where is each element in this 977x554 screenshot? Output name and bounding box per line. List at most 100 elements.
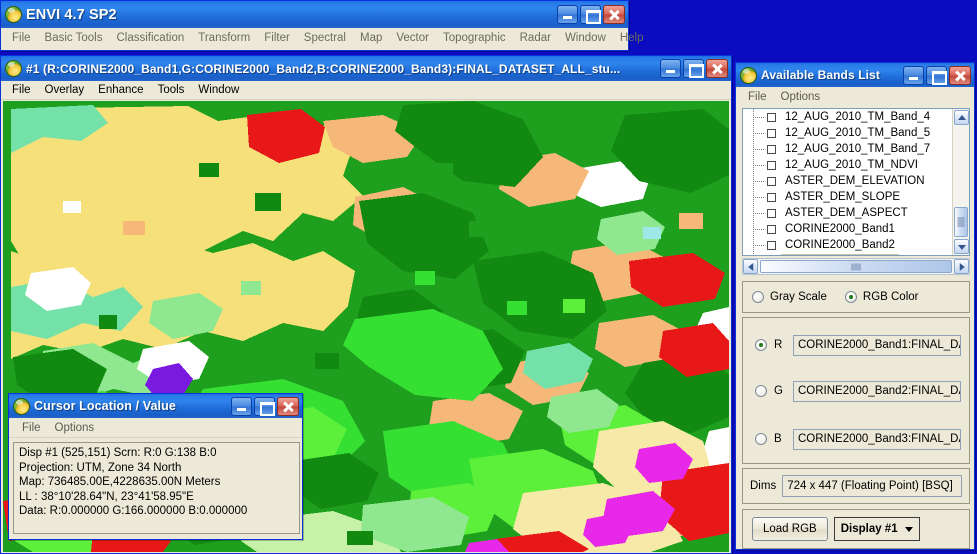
menu-radar[interactable]: Radar — [513, 31, 558, 45]
band-item[interactable]: 12_AUG_2010_TM_Band_7 — [743, 141, 951, 157]
envi-main-titlebar[interactable]: ENVI 4.7 SP2 — [1, 1, 628, 28]
close-button[interactable] — [949, 65, 971, 85]
minimize-button[interactable] — [660, 59, 681, 78]
band-item[interactable]: 12_AUG_2010_TM_NDVI — [743, 157, 951, 173]
minimize-button[interactable] — [557, 5, 578, 24]
menu-options[interactable]: Options — [48, 421, 102, 435]
display-select-label: Display #1 — [840, 523, 898, 535]
envi-globe-icon — [5, 60, 22, 77]
envi-globe-icon — [740, 66, 757, 84]
menu-file[interactable]: File — [5, 83, 38, 97]
menu-file[interactable]: File — [15, 421, 48, 435]
chevron-down-icon — [904, 526, 913, 532]
band-checkbox[interactable] — [767, 192, 776, 202]
close-button[interactable] — [277, 396, 299, 416]
green-channel-radio[interactable] — [755, 385, 767, 397]
band-item[interactable]: ASTER_DEM_ASPECT — [743, 205, 951, 221]
maximize-button[interactable] — [580, 5, 601, 24]
band-checkbox[interactable] — [767, 128, 776, 138]
dims-group: Dims 724 x 447 (Floating Point) [BSQ] — [742, 468, 970, 504]
maximize-button[interactable] — [683, 59, 704, 78]
band-checkbox[interactable] — [767, 160, 776, 170]
menu-file[interactable]: File — [741, 90, 774, 104]
close-button[interactable] — [603, 5, 625, 24]
scroll-down-button[interactable] — [954, 239, 969, 254]
menu-tools[interactable]: Tools — [151, 83, 192, 97]
gray-scale-label: Gray Scale — [770, 291, 827, 303]
scroll-left-button[interactable] — [743, 259, 758, 274]
band-checkbox[interactable] — [767, 240, 776, 250]
menu-topographic[interactable]: Topographic — [436, 31, 513, 45]
band-item[interactable]: CORINE2000_Band1 — [743, 221, 951, 237]
band-item[interactable]: 12_AUG_2010_TM_Band_4 — [743, 109, 951, 125]
band-checkbox[interactable] — [767, 208, 776, 218]
tree-guide-icon — [745, 237, 767, 253]
band-item[interactable]: ASTER_DEM_ELEVATION — [743, 173, 951, 189]
band-tree-horizontal-scrollbar[interactable] — [742, 258, 970, 275]
menu-map[interactable]: Map — [353, 31, 389, 45]
maximize-button[interactable] — [926, 65, 947, 85]
menu-overlay[interactable]: Overlay — [38, 83, 92, 97]
vertical-scroll-thumb[interactable] — [954, 207, 968, 237]
tree-guide-icon — [745, 109, 767, 125]
menu-spectral[interactable]: Spectral — [297, 31, 353, 45]
band-item[interactable]: ASTER_DEM_SLOPE — [743, 189, 951, 205]
minimize-button[interactable] — [231, 396, 252, 416]
menu-classification[interactable]: Classification — [110, 31, 192, 45]
dims-field[interactable]: 724 x 447 (Floating Point) [BSQ] — [782, 475, 962, 497]
rgb-color-radio[interactable] — [844, 291, 857, 303]
menu-transform[interactable]: Transform — [191, 31, 257, 45]
menu-filter[interactable]: Filter — [257, 31, 297, 45]
envi-main-title: ENVI 4.7 SP2 — [26, 6, 117, 23]
bands-window-title: Available Bands List — [761, 68, 880, 82]
menu-window[interactable]: Window — [191, 83, 246, 97]
menu-options[interactable]: Options — [774, 90, 828, 104]
green-channel-field[interactable]: CORINE2000_Band2:FINAL_DAT — [793, 380, 961, 402]
cursor-location-value-window: Cursor Location / Value File Options Dis… — [8, 393, 303, 540]
rgb-row-green: G CORINE2000_Band2:FINAL_DAT — [755, 380, 961, 402]
band-label: 12_AUG_2010_TM_Band_4 — [785, 111, 931, 123]
rgb-channel-group: R CORINE2000_Band1:FINAL_DAT G CORINE200… — [742, 317, 970, 464]
load-actions-group: Load RGB Display #1 — [742, 509, 970, 549]
gray-scale-radio[interactable] — [752, 291, 764, 303]
menu-basic-tools[interactable]: Basic Tools — [38, 31, 110, 45]
load-rgb-button[interactable]: Load RGB — [752, 517, 828, 541]
scroll-up-button[interactable] — [954, 110, 969, 125]
rgb-row-red: R CORINE2000_Band1:FINAL_DAT — [755, 334, 961, 356]
display-select-dropdown[interactable]: Display #1 — [833, 517, 920, 541]
close-button[interactable] — [706, 59, 728, 78]
horizontal-scroll-thumb[interactable] — [760, 260, 952, 273]
red-channel-radio[interactable] — [755, 339, 767, 351]
band-checkbox[interactable] — [767, 224, 776, 234]
cursor-window-titlebar[interactable]: Cursor Location / Value — [9, 394, 302, 418]
bands-window-menubar: File Options — [736, 87, 974, 107]
minimize-button[interactable] — [903, 65, 924, 85]
cursor-window-menubar: File Options — [9, 418, 302, 438]
bands-window-titlebar[interactable]: Available Bands List — [736, 63, 974, 87]
menu-window[interactable]: Window — [558, 31, 613, 45]
red-channel-field[interactable]: CORINE2000_Band1:FINAL_DAT — [793, 334, 961, 356]
band-checkbox[interactable] — [767, 176, 776, 186]
band-label: ASTER_DEM_SLOPE — [785, 191, 901, 203]
envi-globe-icon — [13, 397, 30, 415]
band-item-selected[interactable]: CORINE2000_Band3 — [743, 253, 951, 255]
band-item[interactable]: 12_AUG_2010_TM_Band_5 — [743, 125, 951, 141]
blue-channel-field[interactable]: CORINE2000_Band3:FINAL_DAT — [793, 428, 961, 450]
menu-help[interactable]: Help — [613, 31, 651, 45]
band-item[interactable]: CORINE2000_Band2 — [743, 237, 951, 253]
envi-main-window: ENVI 4.7 SP2 File Basic Tools Classifica… — [0, 0, 644, 51]
band-checkbox[interactable] — [767, 112, 776, 122]
scroll-right-button[interactable] — [954, 259, 969, 274]
cursor-window-controls — [231, 396, 300, 416]
band-checkbox[interactable] — [767, 144, 776, 154]
band-tree-vertical-scrollbar[interactable] — [952, 109, 969, 255]
blue-channel-radio[interactable] — [755, 433, 767, 445]
menu-enhance[interactable]: Enhance — [91, 83, 150, 97]
menu-vector[interactable]: Vector — [389, 31, 436, 45]
rgb-color-label: RGB Color — [862, 291, 919, 303]
image-window-titlebar[interactable]: #1 (R:CORINE2000_Band1,G:CORINE2000_Band… — [1, 56, 731, 81]
menu-file[interactable]: File — [5, 31, 38, 45]
band-label: 12_AUG_2010_TM_Band_5 — [785, 127, 931, 139]
maximize-button[interactable] — [254, 396, 275, 416]
band-tree[interactable]: 12_AUG_2010_TM_Band_4 12_AUG_2010_TM_Ban… — [742, 108, 970, 256]
